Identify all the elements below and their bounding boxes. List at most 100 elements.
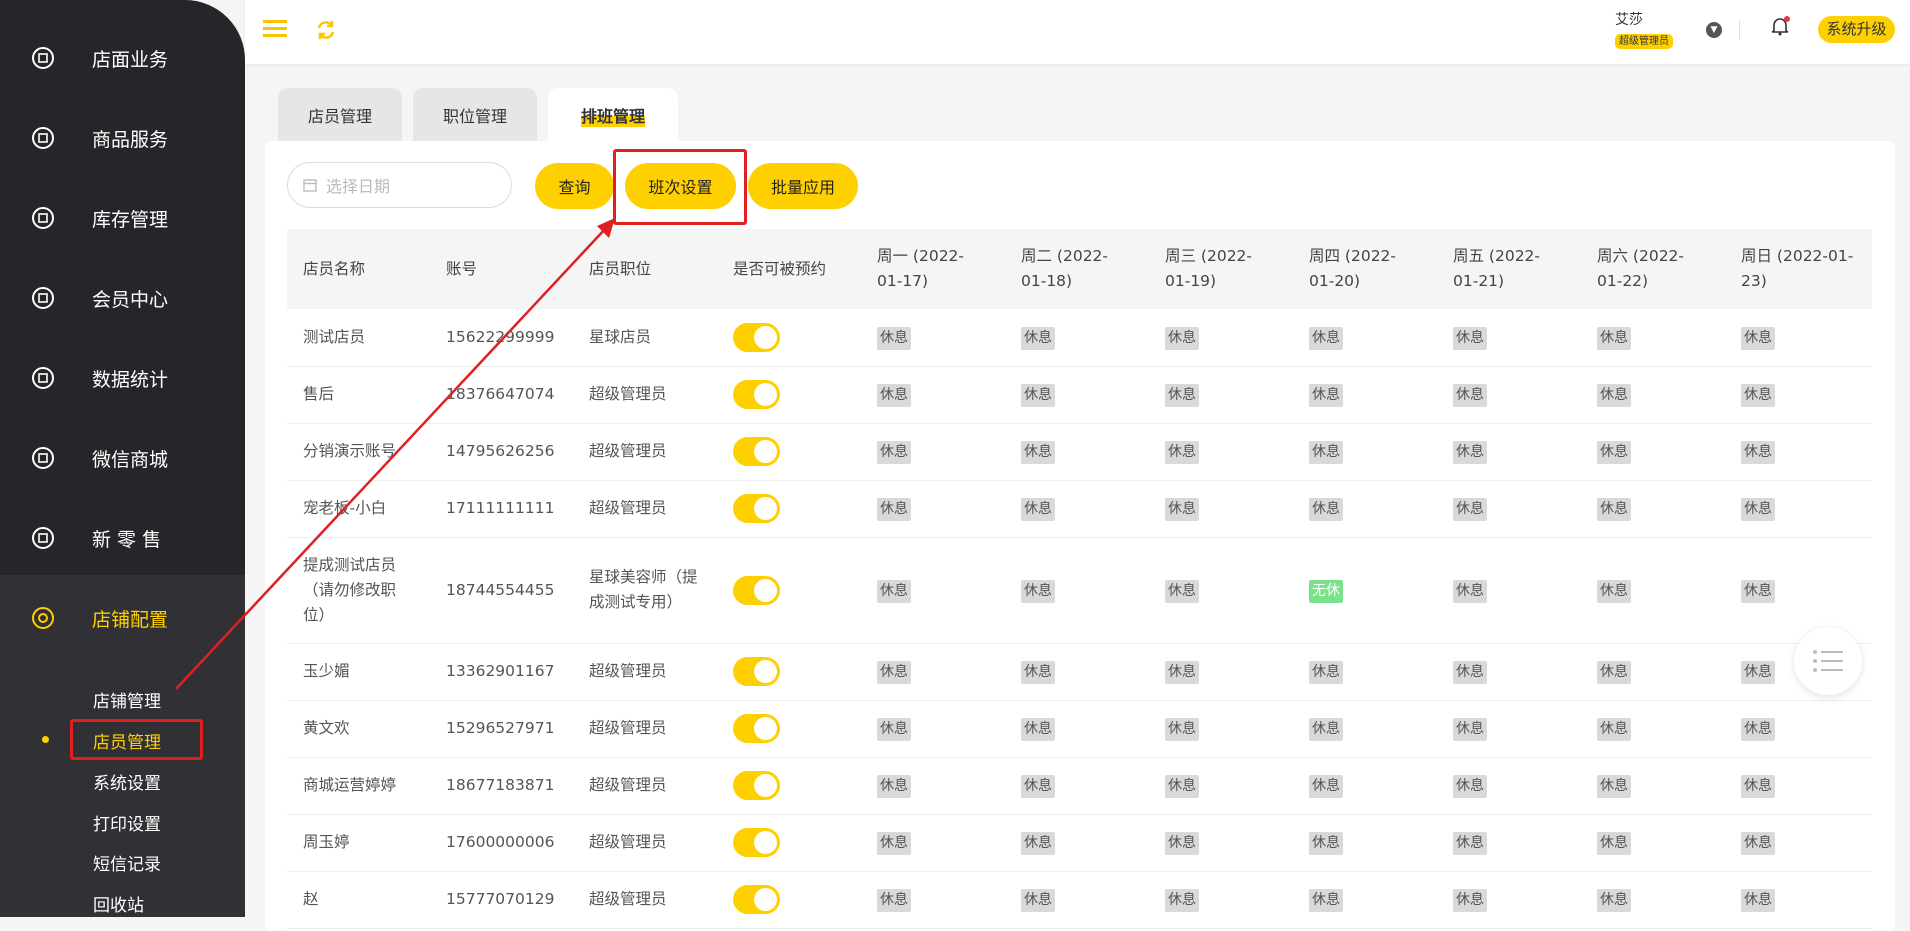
shift-tag[interactable]: 休息: [1741, 832, 1775, 855]
shift-tag[interactable]: 休息: [1453, 579, 1487, 603]
bookable-toggle[interactable]: [733, 575, 780, 605]
shift-tag[interactable]: 休息: [1165, 832, 1199, 855]
user-name[interactable]: 艾莎: [1615, 9, 1643, 29]
shift-tag[interactable]: 休息: [1597, 889, 1631, 912]
sidebar-subitem-1[interactable]: 店员管理: [93, 728, 161, 753]
shift-tag[interactable]: 休息: [1165, 889, 1199, 912]
tab-schedule[interactable]: 排班管理: [548, 88, 678, 142]
shift-tag[interactable]: 休息: [1453, 889, 1487, 912]
shift-tag[interactable]: 休息: [1597, 326, 1631, 350]
shift-tag[interactable]: 休息: [877, 384, 911, 407]
bookable-toggle[interactable]: [733, 380, 780, 409]
bookable-toggle[interactable]: [733, 771, 780, 800]
shift-tag[interactable]: 休息: [1597, 384, 1631, 407]
shift-tag[interactable]: 休息: [1309, 498, 1343, 521]
date-picker-input[interactable]: 选择日期: [287, 162, 512, 208]
shift-tag[interactable]: 休息: [1741, 326, 1775, 350]
shift-tag[interactable]: 休息: [1021, 889, 1055, 912]
shift-tag[interactable]: 休息: [1165, 579, 1199, 603]
shift-settings-button[interactable]: 班次设置: [625, 163, 736, 209]
sidebar-subitem-5[interactable]: 回收站: [93, 891, 144, 916]
shift-tag[interactable]: 休息: [1021, 832, 1055, 855]
sidebar-item-2[interactable]: 库存管理: [0, 178, 245, 258]
shift-tag[interactable]: 休息: [877, 889, 911, 912]
list-float-button[interactable]: [1794, 627, 1862, 695]
sidebar-subitem-3[interactable]: 打印设置: [93, 810, 161, 835]
shift-tag[interactable]: 休息: [1309, 775, 1343, 798]
shift-tag[interactable]: 休息: [877, 832, 911, 855]
shift-tag[interactable]: 休息: [1597, 579, 1631, 603]
shift-tag[interactable]: 休息: [1453, 441, 1487, 464]
shift-tag[interactable]: 休息: [1165, 498, 1199, 521]
shift-tag[interactable]: 无休: [1309, 579, 1343, 603]
chevron-down-icon[interactable]: ▼: [1706, 22, 1722, 38]
shift-tag[interactable]: 休息: [1597, 498, 1631, 521]
refresh-icon[interactable]: [315, 19, 337, 41]
shift-tag[interactable]: 休息: [1597, 661, 1631, 684]
shift-tag[interactable]: 休息: [1741, 441, 1775, 464]
sidebar-item-7[interactable]: 店铺配置: [0, 578, 245, 658]
shift-tag[interactable]: 休息: [1741, 718, 1775, 741]
bookable-toggle[interactable]: [733, 828, 780, 857]
shift-tag[interactable]: 休息: [1165, 384, 1199, 407]
bookable-toggle[interactable]: [733, 885, 780, 914]
sidebar-subitem-0[interactable]: 店铺管理: [93, 687, 161, 712]
batch-apply-button[interactable]: 批量应用: [748, 163, 858, 209]
bookable-toggle[interactable]: [733, 322, 780, 352]
shift-tag[interactable]: 休息: [1453, 384, 1487, 407]
shift-tag[interactable]: 休息: [1309, 326, 1343, 350]
shift-tag[interactable]: 休息: [1021, 775, 1055, 798]
bell-icon[interactable]: [1770, 16, 1790, 36]
shift-tag[interactable]: 休息: [1021, 441, 1055, 464]
shift-tag[interactable]: 休息: [1309, 889, 1343, 912]
shift-tag[interactable]: 休息: [1453, 832, 1487, 855]
shift-tag[interactable]: 休息: [1453, 498, 1487, 521]
shift-tag[interactable]: 休息: [1165, 441, 1199, 464]
shift-tag[interactable]: 休息: [1165, 718, 1199, 741]
shift-tag[interactable]: 休息: [1309, 384, 1343, 407]
shift-tag[interactable]: 休息: [1021, 718, 1055, 741]
sidebar-item-0[interactable]: 店面业务: [0, 18, 245, 98]
bookable-toggle[interactable]: [733, 714, 780, 743]
sidebar-item-5[interactable]: 微信商城: [0, 418, 245, 498]
query-button[interactable]: 查询: [535, 163, 614, 209]
shift-tag[interactable]: 休息: [1021, 579, 1055, 603]
menu-icon[interactable]: [263, 19, 287, 39]
shift-tag[interactable]: 休息: [1597, 775, 1631, 798]
shift-tag[interactable]: 休息: [1741, 384, 1775, 407]
shift-tag[interactable]: 休息: [1021, 498, 1055, 521]
shift-tag[interactable]: 休息: [1453, 661, 1487, 684]
shift-tag[interactable]: 休息: [1453, 718, 1487, 741]
sidebar-subitem-2[interactable]: 系统设置: [93, 769, 161, 794]
shift-tag[interactable]: 休息: [1453, 326, 1487, 350]
sidebar-item-1[interactable]: 商品服务: [0, 98, 245, 178]
tab-staff[interactable]: 店员管理: [278, 88, 402, 142]
shift-tag[interactable]: 休息: [1453, 775, 1487, 798]
shift-tag[interactable]: 休息: [877, 441, 911, 464]
shift-tag[interactable]: 休息: [1309, 832, 1343, 855]
shift-tag[interactable]: 休息: [1021, 661, 1055, 684]
shift-tag[interactable]: 休息: [1741, 775, 1775, 798]
sidebar-item-3[interactable]: 会员中心: [0, 258, 245, 338]
bookable-toggle[interactable]: [733, 437, 780, 466]
sidebar-subitem-4[interactable]: 短信记录: [93, 850, 161, 875]
shift-tag[interactable]: 休息: [1021, 326, 1055, 350]
shift-tag[interactable]: 休息: [1741, 889, 1775, 912]
shift-tag[interactable]: 休息: [877, 661, 911, 684]
shift-tag[interactable]: 休息: [1165, 661, 1199, 684]
shift-tag[interactable]: 休息: [1741, 661, 1775, 684]
shift-tag[interactable]: 休息: [877, 498, 911, 521]
tab-position[interactable]: 职位管理: [413, 88, 537, 142]
shift-tag[interactable]: 休息: [1597, 441, 1631, 464]
shift-tag[interactable]: 休息: [1021, 384, 1055, 407]
shift-tag[interactable]: 休息: [1165, 326, 1199, 350]
shift-tag[interactable]: 休息: [1309, 661, 1343, 684]
shift-tag[interactable]: 休息: [1309, 441, 1343, 464]
shift-tag[interactable]: 休息: [877, 326, 911, 350]
bookable-toggle[interactable]: [733, 657, 780, 686]
shift-tag[interactable]: 休息: [877, 775, 911, 798]
sidebar-item-6[interactable]: 新 零 售: [0, 498, 245, 578]
shift-tag[interactable]: 休息: [1741, 498, 1775, 521]
upgrade-button[interactable]: 系统升级: [1818, 16, 1895, 43]
shift-tag[interactable]: 休息: [877, 579, 911, 603]
